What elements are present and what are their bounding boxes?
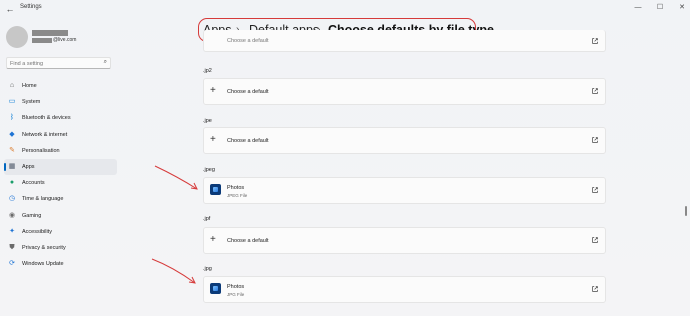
sidebar-item-label: Personalisation [22,147,60,154]
close-icon[interactable]: ✕ [675,2,689,14]
choose-default-label: Choose a default [227,138,269,144]
file-type-row-jpeg[interactable]: Photos JPEG File [203,177,606,204]
choose-default-label: Choose a default [227,89,269,95]
file-extension-label-jpe: .jpe [203,118,212,124]
open-external-icon[interactable] [591,87,599,95]
plus-icon: + [210,85,216,96]
file-extension-label-jp2: .jp2 [203,68,212,74]
sidebar-item-label: Home [22,83,37,89]
open-external-icon[interactable] [591,186,599,194]
sidebar-item-label: Accounts [22,180,45,187]
sidebar-item-label: Time & language [22,196,64,203]
open-external-icon[interactable] [591,136,599,144]
file-type-row-jp2[interactable]: + Choose a default [203,78,606,105]
annotation-arrow-jpeg [154,165,198,190]
file-type-description: JPG File [227,292,245,297]
file-type-row-partial[interactable]: Choose a default [203,30,606,52]
sidebar-item-label: Privacy & security [22,244,66,251]
file-type-row-jpf[interactable]: + Choose a default [203,227,606,254]
file-type-description: JPEG File [227,193,248,198]
search-icon[interactable]: ⌕ [104,59,107,66]
controller-icon: ◉ [8,211,16,219]
app-title: Settings [20,4,42,10]
sidebar-item-windows-update[interactable]: ⟳ Windows Update [4,256,117,272]
search-input[interactable] [10,59,98,68]
choose-default-label: Choose a default [227,38,269,44]
sidebar-item-privacy-security[interactable]: ⛊ Privacy & security [4,240,117,256]
wifi-icon: ◆ [9,130,15,138]
bluetooth-icon: ᛒ [9,114,15,122]
apps-icon: ▦ [8,162,16,170]
open-external-icon[interactable] [591,285,599,293]
shield-icon: ⛊ [9,243,15,251]
home-icon: ⌂ [9,82,15,89]
active-indicator [4,162,6,171]
sidebar-item-apps[interactable]: ▦ Apps [4,158,117,176]
open-external-icon[interactable] [591,37,599,45]
sidebar-item-accounts[interactable]: ● Accounts [4,175,117,191]
sidebar-item-home[interactable]: ⌂ Home [4,78,117,94]
back-arrow-icon[interactable]: ← [4,3,16,15]
sidebar-item-system[interactable]: ▭ System [4,94,117,110]
title-bar: ← Settings — ☐ ✕ [0,0,690,18]
sidebar-item-gaming[interactable]: ◉ Gaming [4,208,117,224]
default-app-name: Photos [227,185,245,191]
plus-icon: + [210,234,216,245]
sidebar-item-personalisation[interactable]: ✎ Personalisation [4,143,117,159]
file-extension-label-jpf: .jpf [203,216,211,222]
sidebar-item-label: Accessibility [22,228,52,235]
file-extension-label-jpeg: .jpeg [203,167,215,173]
scrollbar-thumb[interactable] [685,206,687,216]
sidebar-nav: ⌂ Home ▭ System ᛒ Bluetooth & devices ◆ Network… [4,78,117,272]
default-app-name: Photos [227,284,245,290]
sidebar-item-bluetooth-devices[interactable]: ᛒ Bluetooth & devices [4,110,117,126]
plus-icon: + [210,134,216,145]
choose-default-label: Choose a default [227,238,269,244]
person-icon: ● [9,179,15,187]
email-domain: @live.com [53,37,77,43]
file-type-row-jpg[interactable]: Photos JPG File [203,276,606,303]
settings-window: ← Settings — ☐ ✕ @live.com ⌕ ⌂ Home ▭ Syste… [0,0,690,316]
user-email-redacted [32,38,52,43]
monitor-icon: ▭ [8,98,16,106]
sidebar-item-label: Bluetooth & devices [22,115,71,122]
sidebar-item-network-internet[interactable]: ◆ Network & internet [4,127,117,143]
avatar[interactable] [6,26,28,48]
sidebar-item-label: Gaming [22,212,42,219]
file-type-row-jpe[interactable]: + Choose a default [203,127,606,154]
update-icon: ⟳ [9,260,15,268]
annotation-arrow-jpg [151,258,196,284]
maximize-icon[interactable]: ☐ [653,2,667,14]
sidebar-item-accessibility[interactable]: ✦ Accessibility [4,224,117,240]
sidebar-item-label: Apps [22,163,35,170]
sidebar-item-label: Windows Update [22,261,64,268]
open-external-icon[interactable] [591,236,599,244]
brush-icon: ✎ [9,146,15,154]
photos-app-icon [210,283,221,294]
user-name-redacted [32,30,68,36]
sidebar-item-label: Network & internet [22,131,68,138]
sidebar-item-time-language[interactable]: ◷ Time & language [4,191,117,207]
accessibility-icon: ✦ [9,227,15,235]
globe-clock-icon: ◷ [8,195,16,203]
search-box[interactable]: ⌕ [6,57,111,69]
photos-app-icon [210,184,221,195]
sidebar-item-label: System [22,99,41,106]
minimize-icon[interactable]: — [631,2,645,14]
file-extension-label-jpg: .jpg [203,266,212,272]
